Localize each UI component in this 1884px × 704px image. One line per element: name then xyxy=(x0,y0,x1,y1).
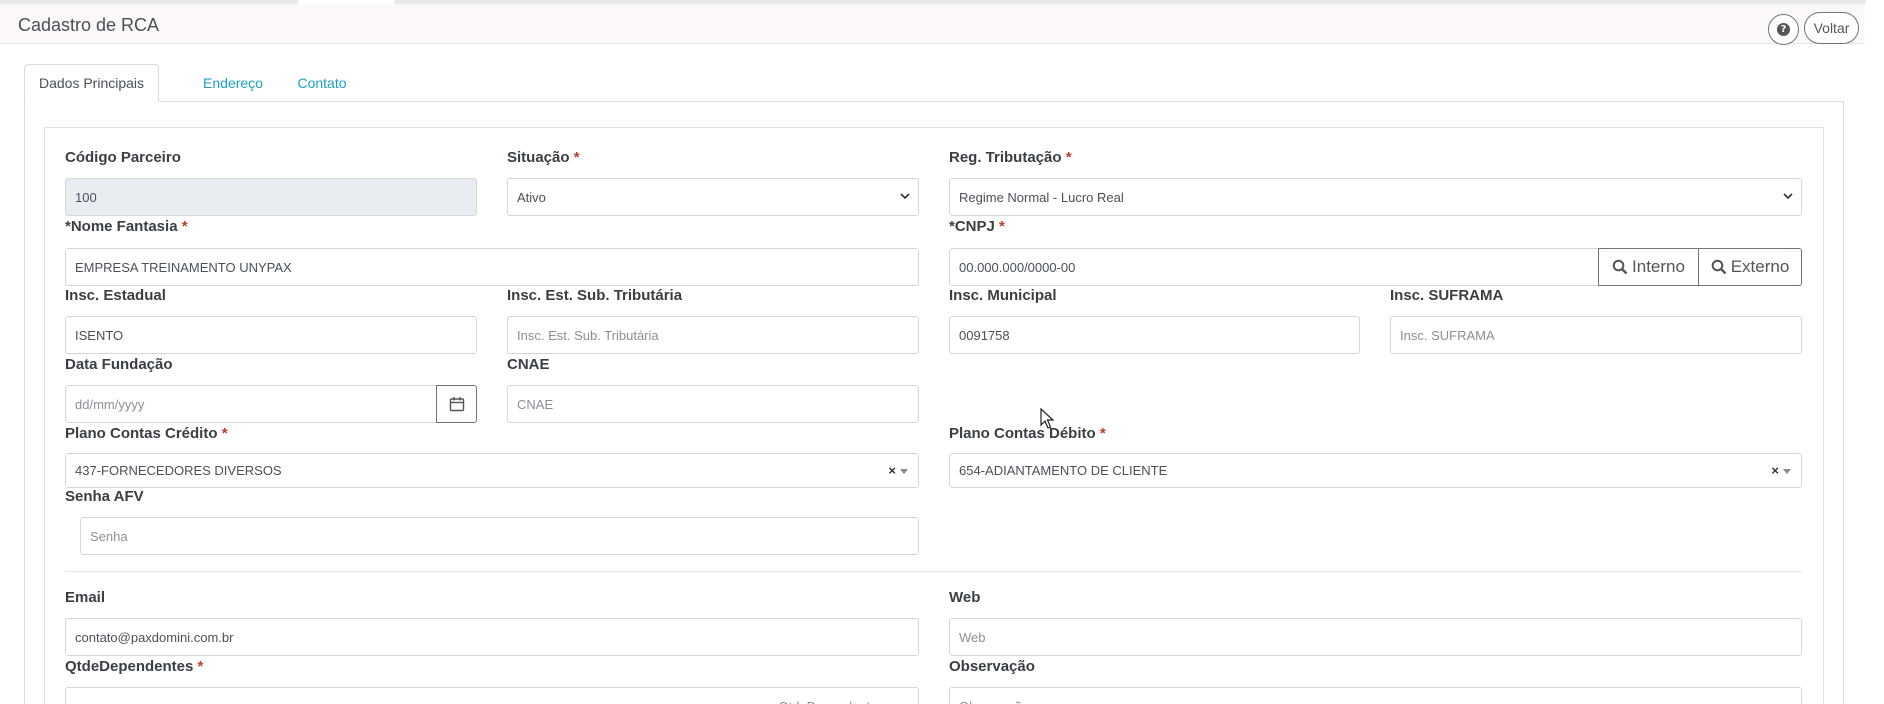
plano-credito-select[interactable]: 437-FORNECEDORES DIVERSOS × xyxy=(65,453,919,488)
help-button[interactable]: ? xyxy=(1768,14,1799,45)
tab-contato[interactable]: Contato xyxy=(268,64,376,102)
email-field[interactable]: contato@paxdomini.com.br xyxy=(65,618,919,656)
plano-credito-label: Plano Contas Crédito * xyxy=(65,425,228,442)
tab-dados-principais[interactable]: Dados Principais xyxy=(24,64,159,102)
insc-estadual-field[interactable]: ISENTO xyxy=(65,316,477,354)
insc-est-sub-field[interactable]: Insc. Est. Sub. Tributária xyxy=(507,316,919,354)
plano-debito-select[interactable]: 654-ADIANTAMENTO DE CLIENTE × xyxy=(949,453,1802,488)
insc-estadual-label: Insc. Estadual xyxy=(65,287,166,304)
senha-afv-field[interactable]: Senha xyxy=(80,517,919,555)
back-button[interactable]: Voltar xyxy=(1804,12,1859,44)
cnpj-label: *CNPJ * xyxy=(949,218,1005,235)
mouse-cursor-icon xyxy=(1040,408,1054,429)
qtde-dependentes-field[interactable]: QtdeDependentes xyxy=(65,687,919,704)
chevron-down-icon xyxy=(900,193,910,200)
cnpj-field[interactable]: 00.000.000/0000-00 xyxy=(949,248,1599,286)
situacao-label: Situação * xyxy=(507,149,580,166)
cnae-field[interactable]: CNAE xyxy=(507,385,919,423)
reg-tributacao-select[interactable]: Regime Normal - Lucro Real xyxy=(949,178,1802,216)
insc-est-sub-label: Insc. Est. Sub. Tributária xyxy=(507,287,683,304)
plano-debito-label: Plano Contas Débito * xyxy=(949,425,1106,442)
nome-fantasia-label: *Nome Fantasia * xyxy=(65,218,188,235)
senha-afv-label: Senha AFV xyxy=(65,488,144,505)
insc-suframa-field[interactable]: Insc. SUFRAMA xyxy=(1390,316,1802,354)
data-fundacao-label: Data Fundação xyxy=(65,356,173,373)
codigo-parceiro-label: Código Parceiro xyxy=(65,149,181,166)
caret-down-icon xyxy=(1783,469,1791,474)
insc-municipal-field[interactable]: 0091758 xyxy=(949,316,1360,354)
search-icon xyxy=(1612,259,1628,275)
insc-municipal-label: Insc. Municipal xyxy=(949,287,1057,304)
observacao-field[interactable]: Observação xyxy=(949,687,1802,704)
chevron-down-icon xyxy=(1783,193,1793,200)
situacao-select[interactable]: Ativo xyxy=(507,178,919,216)
reg-tributacao-label: Reg. Tributação * xyxy=(949,149,1072,166)
cnpj-externo-button[interactable]: Externo xyxy=(1698,248,1802,286)
question-circle-icon: ? xyxy=(1777,23,1790,36)
caret-down-icon xyxy=(900,469,908,474)
web-label: Web xyxy=(949,589,981,606)
scrollbar-area[interactable] xyxy=(1866,0,1884,704)
clear-icon[interactable]: × xyxy=(1771,463,1779,478)
cnpj-interno-button[interactable]: Interno xyxy=(1598,248,1699,286)
section-divider xyxy=(65,571,1802,572)
clear-icon[interactable]: × xyxy=(888,463,896,478)
nome-fantasia-field[interactable]: EMPRESA TREINAMENTO UNYPAX xyxy=(65,248,919,286)
calendar-icon xyxy=(449,397,464,412)
calendar-button[interactable] xyxy=(436,385,477,423)
web-field[interactable]: Web xyxy=(949,618,1802,656)
data-fundacao-field[interactable]: dd/mm/yyyy xyxy=(65,385,437,423)
insc-suframa-label: Insc. SUFRAMA xyxy=(1390,287,1504,304)
codigo-parceiro-field[interactable]: 100 xyxy=(65,178,477,216)
search-icon xyxy=(1711,259,1727,275)
observacao-label: Observação xyxy=(949,658,1035,675)
page-header: Cadastro de RCA ? Voltar xyxy=(0,4,1864,45)
cnae-label: CNAE xyxy=(507,356,550,373)
page-title: Cadastro de RCA xyxy=(18,15,160,35)
email-label: Email xyxy=(65,589,106,606)
qtde-dependentes-label: QtdeDependentes * xyxy=(65,658,204,675)
